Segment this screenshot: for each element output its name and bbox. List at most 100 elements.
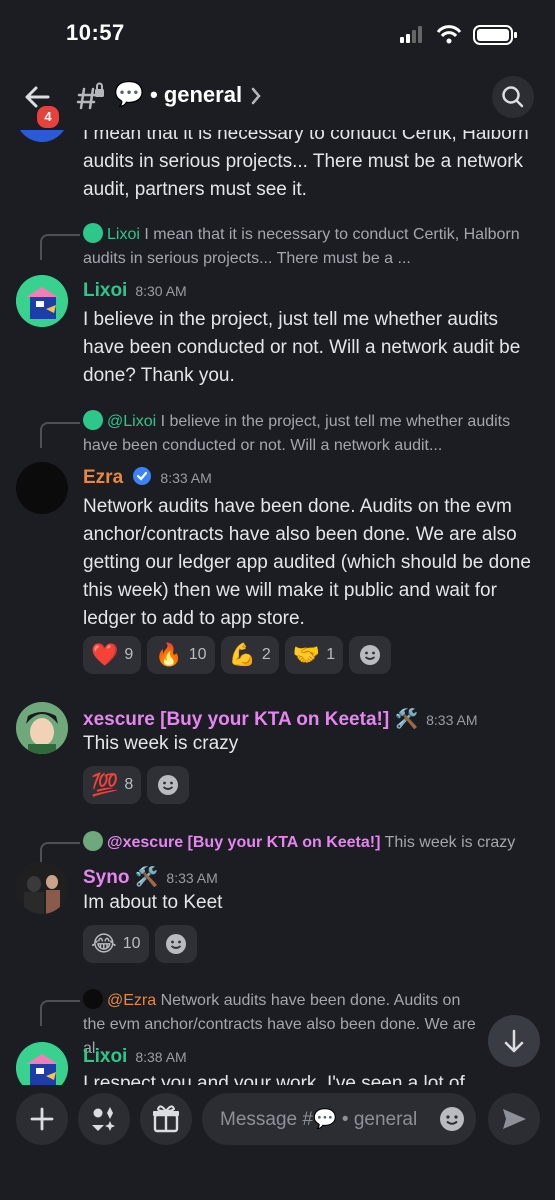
avatar-syno[interactable] bbox=[16, 862, 68, 914]
channel-name[interactable]: • general bbox=[150, 82, 242, 108]
reaction-pill[interactable]: 💪 2 bbox=[220, 636, 279, 674]
placeholder-prefix: Message # bbox=[220, 1109, 313, 1130]
status-time: 10:57 bbox=[66, 20, 125, 45]
author-label: Lixoi bbox=[83, 1046, 128, 1067]
reply-connector bbox=[40, 422, 80, 448]
xescure-avatar-art bbox=[16, 702, 68, 754]
channel-hash-lock-icon bbox=[76, 82, 104, 110]
reaction-emoji: 💯 bbox=[91, 772, 119, 797]
channel-header: 4 💬 • general bbox=[0, 64, 555, 130]
message-text: I respect you and your work. I've seen a… bbox=[83, 1073, 465, 1085]
reaction-pill[interactable]: 🤝 1 bbox=[284, 636, 344, 674]
author-name[interactable]: Lixoi 8:38 AM bbox=[83, 1046, 187, 1068]
reaction-count: 1 bbox=[326, 646, 336, 663]
gift-icon bbox=[153, 1105, 179, 1133]
timestamp: 8:38 AM bbox=[135, 1049, 187, 1065]
reply-text: I mean that it is necessary to conduct C… bbox=[83, 226, 520, 267]
reply-preview[interactable]: @Lixoi I believe in the project, just te… bbox=[83, 410, 533, 458]
author-label: Syno bbox=[83, 867, 130, 888]
send-button[interactable] bbox=[488, 1093, 540, 1145]
send-icon bbox=[503, 1109, 526, 1129]
reply-author: @Lixoi bbox=[107, 413, 157, 430]
search-icon bbox=[502, 86, 524, 108]
verified-icon bbox=[133, 467, 152, 485]
reply-avatar bbox=[83, 410, 103, 430]
reply-author: @xescure [Buy your KTA on Keeta!] bbox=[107, 834, 381, 851]
placeholder-emoji: 💬 bbox=[312, 1109, 337, 1130]
status-icons bbox=[400, 25, 517, 45]
syno-avatar-art bbox=[16, 862, 68, 914]
reactions: ❤️ 9 🔥 10 💪 2 🤝 1 bbox=[83, 636, 392, 674]
timestamp: 8:30 AM bbox=[135, 283, 187, 299]
reaction-pill[interactable]: ❤️ 9 bbox=[83, 636, 142, 674]
emoji-picker-icon[interactable] bbox=[438, 1105, 466, 1133]
reply-avatar bbox=[83, 989, 103, 1009]
message-composer: Message #💬 • general bbox=[0, 1085, 555, 1200]
author-name[interactable]: Lixoi 8:30 AM bbox=[83, 280, 187, 302]
author-name[interactable]: xescure [Buy your KTA on Keeta!] 🛠️ 8:33 … bbox=[83, 707, 478, 731]
add-reaction-button[interactable] bbox=[147, 766, 190, 804]
reactions: 😂 10 bbox=[83, 925, 197, 963]
message-text: I mean that it is necessary to conduct C… bbox=[83, 130, 529, 200]
reaction-count: 10 bbox=[188, 646, 207, 663]
message-placeholder: Message #💬 • general bbox=[220, 1107, 417, 1131]
search-button[interactable] bbox=[492, 76, 534, 118]
reaction-pill[interactable]: 😂 10 bbox=[83, 925, 149, 963]
add-reaction-button[interactable] bbox=[154, 925, 197, 963]
reaction-emoji: 💪 bbox=[228, 642, 256, 667]
apps-button[interactable] bbox=[78, 1093, 130, 1145]
reaction-emoji: 🤝 bbox=[292, 642, 321, 667]
message-text: I believe in the project, just tell me w… bbox=[83, 309, 521, 386]
reply-text: This week is crazy bbox=[384, 834, 516, 851]
attach-button[interactable] bbox=[16, 1093, 68, 1145]
reply-author: @Ezra bbox=[107, 992, 157, 1009]
reply-avatar bbox=[83, 831, 103, 851]
reply-preview[interactable]: @xescure [Buy your KTA on Keeta!] This w… bbox=[83, 831, 533, 855]
reactions: 💯 8 bbox=[83, 766, 190, 804]
jump-to-bottom-button[interactable] bbox=[488, 1015, 540, 1067]
reaction-count: 8 bbox=[124, 776, 134, 793]
reaction-emoji: 😂 bbox=[91, 931, 117, 956]
status-bar: 10:57 bbox=[0, 0, 555, 64]
lixoi-avatar-art bbox=[16, 275, 68, 327]
reaction-count: 2 bbox=[261, 646, 271, 663]
message-input[interactable]: Message #💬 • general bbox=[202, 1093, 476, 1145]
author-label: Lixoi bbox=[83, 280, 128, 301]
arrow-down-icon bbox=[504, 1029, 524, 1053]
avatar-xescure[interactable] bbox=[16, 702, 68, 754]
reply-preview[interactable]: Lixoi I mean that it is necessary to con… bbox=[83, 223, 533, 271]
avatar-lixoi[interactable] bbox=[16, 275, 68, 327]
message-text: This week is crazy bbox=[83, 733, 239, 754]
reaction-emoji: ❤️ bbox=[91, 642, 119, 667]
apps-sparkle-icon bbox=[92, 1107, 115, 1131]
reply-author: Lixoi bbox=[107, 226, 140, 243]
unread-badge: 4 bbox=[35, 104, 61, 130]
timestamp: 8:33 AM bbox=[166, 870, 218, 886]
avatar[interactable] bbox=[16, 130, 68, 142]
smiley-icon bbox=[165, 934, 186, 954]
reply-connector bbox=[40, 234, 80, 260]
smiley-icon bbox=[158, 775, 179, 795]
timestamp: 8:33 AM bbox=[160, 470, 212, 486]
reaction-pill[interactable]: 🔥 10 bbox=[147, 636, 215, 674]
plus-icon bbox=[30, 1107, 54, 1131]
avatar-ezra[interactable] bbox=[16, 462, 68, 514]
reply-avatar bbox=[83, 223, 103, 243]
reaction-emoji: 🔥 bbox=[155, 642, 183, 667]
chevron-right-icon[interactable] bbox=[250, 87, 262, 105]
reaction-pill[interactable]: 💯 8 bbox=[83, 766, 142, 804]
timestamp: 8:33 AM bbox=[426, 712, 478, 728]
message-text: Im about to Keet bbox=[83, 892, 223, 913]
author-label: Ezra bbox=[83, 467, 124, 488]
author-name[interactable]: Ezra 8:33 AM bbox=[83, 466, 212, 489]
channel-emoji: 💬 bbox=[114, 81, 144, 108]
tool-badge-icon: 🛠️ bbox=[394, 709, 419, 730]
author-name[interactable]: Syno 🛠️ 8:33 AM bbox=[83, 865, 218, 889]
add-reaction-button[interactable] bbox=[349, 636, 392, 674]
author-label: xescure [Buy your KTA on Keeta!] bbox=[83, 709, 390, 730]
smiley-icon bbox=[360, 645, 381, 665]
avatar-lixoi[interactable] bbox=[16, 1042, 68, 1085]
message-feed[interactable]: I mean that it is necessary to conduct C… bbox=[0, 130, 555, 1085]
message-text: Network audits have been done. Audits on… bbox=[83, 496, 531, 629]
gift-button[interactable] bbox=[140, 1093, 192, 1145]
